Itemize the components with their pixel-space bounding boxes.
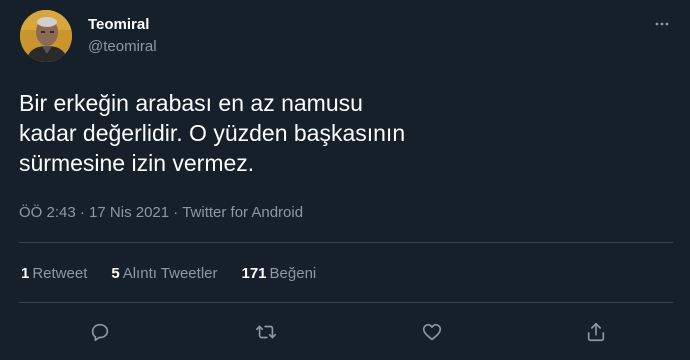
divider [19, 242, 673, 243]
more-icon[interactable] [650, 14, 674, 34]
tweet-text-line: kadar değerlidir. O yüzden başkasının [19, 120, 406, 146]
action-bar [0, 318, 690, 346]
tweet-stats: 1 Retweet 5 Alıntı Tweetler 171 Beğeni [21, 264, 340, 284]
meta-separator: · [173, 204, 183, 221]
user-handle[interactable]: @teomiral [88, 37, 157, 57]
tweet-date[interactable]: 17 Nis 2021 [89, 204, 169, 221]
avatar[interactable] [20, 10, 72, 62]
stat-number: 171 [241, 265, 267, 282]
tweet-meta: ÖÖ 2:43 · 17 Nis 2021 · Twitter for Andr… [19, 203, 303, 223]
stat-label: Retweet [32, 265, 88, 282]
tweet-card: Teomiral @teomiral Bir erkeğin arabası e… [0, 0, 690, 360]
reply-icon[interactable] [86, 318, 114, 346]
stat-label: Alıntı Tweetler [122, 265, 218, 282]
quote-tweet-count[interactable]: 5 Alıntı Tweetler [111, 264, 217, 284]
share-icon[interactable] [582, 318, 610, 346]
like-count[interactable]: 171 Beğeni [242, 264, 317, 284]
display-name[interactable]: Teomiral [88, 15, 149, 35]
stat-label: Beğeni [269, 265, 317, 282]
tweet-text: Bir erkeğin arabası en az namusu kadar d… [19, 88, 539, 178]
meta-separator: · [79, 204, 90, 221]
stat-number: 5 [111, 265, 120, 282]
like-icon[interactable] [418, 318, 446, 346]
retweet-count[interactable]: 1 Retweet [21, 264, 87, 284]
tweet-time[interactable]: ÖÖ 2:43 [19, 204, 76, 221]
stat-number: 1 [21, 265, 30, 282]
tweet-text-line: sürmesine izin vermez. [19, 150, 255, 176]
tweet-source[interactable]: Twitter for Android [182, 204, 303, 221]
divider [19, 302, 673, 303]
retweet-icon[interactable] [252, 318, 280, 346]
tweet-text-line: Bir erkeğin arabası en az namusu [19, 90, 363, 116]
